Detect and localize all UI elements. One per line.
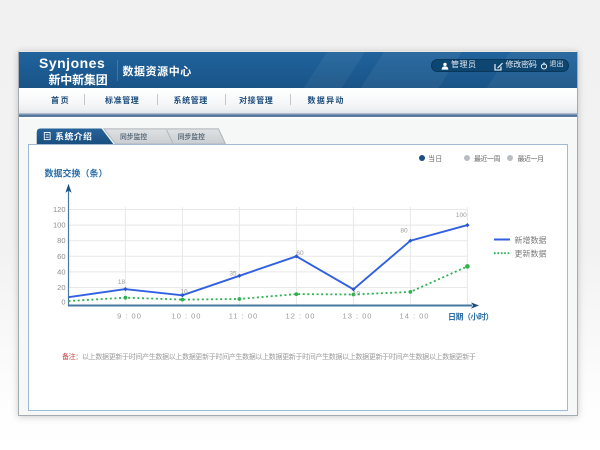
svg-text:10: 10	[180, 288, 188, 295]
svg-text:系统介绍: 系统介绍	[55, 131, 92, 142]
svg-text:80: 80	[400, 227, 408, 234]
svg-text:日期（小时）: 日期（小时）	[448, 311, 493, 321]
svg-text:100: 100	[53, 220, 66, 229]
svg-text:13 : 00: 13 : 00	[343, 311, 373, 320]
svg-text:数据交换（条）: 数据交换（条）	[45, 167, 108, 178]
svg-text:120: 120	[53, 205, 66, 214]
svg-text:14 : 00: 14 : 00	[400, 311, 430, 320]
svg-text:0: 0	[61, 297, 65, 306]
svg-text:12 : 00: 12 : 00	[286, 311, 316, 320]
svg-text:100: 100	[456, 212, 467, 219]
svg-text:新增数据: 新增数据	[515, 234, 547, 244]
svg-text:60: 60	[57, 251, 65, 260]
svg-text:18: 18	[118, 279, 126, 286]
svg-text:9 : 00: 9 : 00	[117, 311, 142, 320]
svg-text:35: 35	[229, 270, 237, 277]
svg-text:同步监控: 同步监控	[178, 132, 205, 141]
svg-text:同步监控: 同步监控	[120, 132, 147, 141]
svg-text:11 : 00: 11 : 00	[229, 311, 258, 320]
svg-text:更新数据: 更新数据	[515, 248, 547, 258]
svg-text:10: 10	[353, 290, 361, 297]
svg-text:10 : 00: 10 : 00	[172, 311, 202, 320]
svg-text:20: 20	[57, 283, 65, 292]
svg-text:40: 40	[57, 267, 65, 276]
svg-text:60: 60	[296, 250, 304, 257]
svg-text:80: 80	[57, 236, 65, 245]
